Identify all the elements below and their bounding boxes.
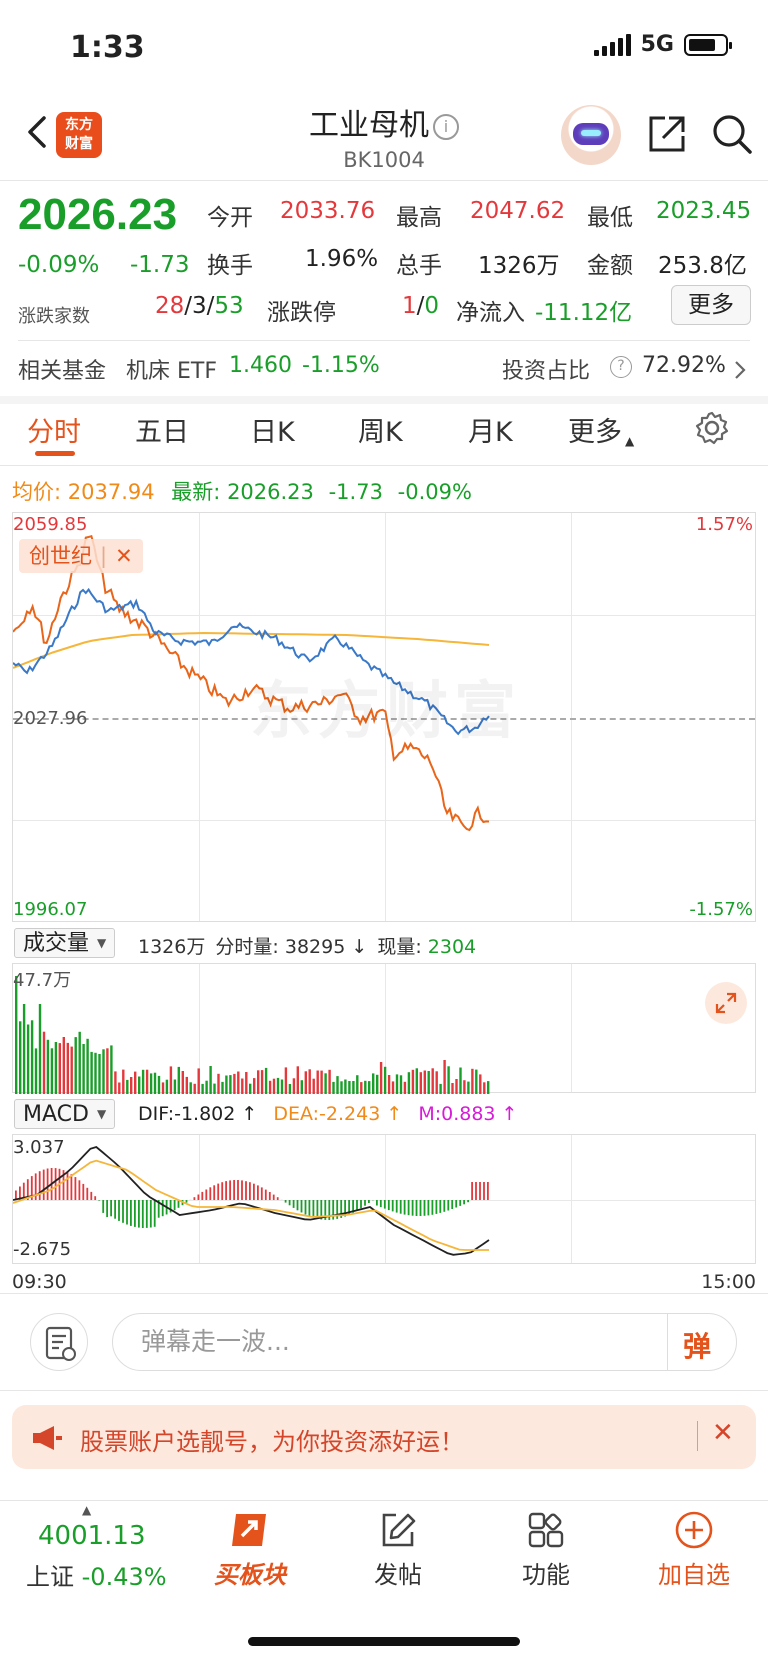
breadth-label: 涨跌家数 <box>18 306 90 327</box>
volume-label: 总手 <box>396 253 442 279</box>
pct-max-label: 1.57% <box>695 514 753 535</box>
time-start-label: 09:30 <box>12 1271 67 1293</box>
assistant-avatar[interactable] <box>561 105 621 165</box>
edit-post-icon[interactable] <box>378 1510 418 1550</box>
volume-max-label: 47.7万 <box>13 970 72 991</box>
change-pct: -0.09% <box>18 252 100 278</box>
time-end-label: 15:00 <box>701 1271 756 1293</box>
search-icon[interactable] <box>710 112 754 156</box>
network-label: 5G <box>640 32 674 57</box>
fund-price: 1.460 <box>229 353 292 378</box>
related-fund-row[interactable]: 相关基金 机床 ETF 1.460 -1.15% 投资占比 ? 72.92% <box>18 353 753 389</box>
signal-icon <box>593 33 631 56</box>
tab-more[interactable]: 更多 ▲ <box>568 410 634 449</box>
volume-info: 1326万 分时量: 38295 ↓ 现量: 2304 <box>138 936 477 958</box>
tab-weekly-k[interactable]: 周K <box>358 410 403 449</box>
megaphone-icon <box>33 1426 62 1450</box>
amount-label: 金额 <box>587 253 633 279</box>
status-time: 1:33 <box>70 30 145 65</box>
limit-label: 涨跌停 <box>267 300 336 326</box>
info-icon[interactable]: i <box>433 114 459 140</box>
battery-icon <box>684 33 732 56</box>
tab-daily-k[interactable]: 日K <box>250 410 295 449</box>
index-expand-icon[interactable]: ▲ <box>82 1503 91 1517</box>
turnover-value: 1.96% <box>305 246 379 272</box>
danmaku-input[interactable]: 弹幕走一波... <box>112 1313 737 1371</box>
chevron-right-icon <box>735 361 746 379</box>
comment-list-icon[interactable] <box>30 1313 88 1371</box>
y-mid-label: 2027.96 <box>13 708 88 729</box>
nav-add-watchlist[interactable]: 加自选 <box>639 1555 749 1590</box>
volume-bars <box>15 976 490 1094</box>
status-icons: 5G <box>593 32 732 57</box>
inflow-value: -11.12亿 <box>535 300 633 326</box>
y-max-label: 2059.85 <box>13 514 88 535</box>
turnover-label: 换手 <box>207 253 253 279</box>
high-label: 最高 <box>396 205 442 231</box>
tab-monthly-k[interactable]: 月K <box>468 410 513 449</box>
watermark: 东方财富 <box>250 674 523 747</box>
nav-buy-sector[interactable]: 买板块 <box>195 1555 305 1590</box>
macd-chart[interactable]: 3.037 -2.675 <box>12 1134 756 1264</box>
index-value[interactable]: 4001.13 <box>38 1521 146 1551</box>
nav-functions[interactable]: 功能 <box>491 1555 601 1590</box>
intraday-info: 均价: 2037.94 最新: 2026.23 -1.73 -0.09% <box>12 480 472 504</box>
home-indicator <box>248 1637 520 1646</box>
functions-icon[interactable] <box>526 1510 566 1550</box>
nav-post[interactable]: 发帖 <box>343 1555 453 1590</box>
open-value: 2033.76 <box>280 198 376 224</box>
add-watchlist-icon[interactable] <box>674 1510 714 1550</box>
close-compare-icon[interactable]: ✕ <box>115 544 133 568</box>
breadth-values: 28/3/53 <box>155 293 244 319</box>
fund-pct: -1.15% <box>302 353 380 378</box>
compare-tag[interactable]: 创世纪 | ✕ <box>19 539 143 573</box>
macd-info: DIF:-1.802 ↑ DEA:-2.243 ↑ M:0.883 ↑ <box>138 1103 518 1125</box>
pct-min-label: -1.57% <box>689 899 753 920</box>
banner-close-icon[interactable]: ✕ <box>712 1418 734 1448</box>
tab-intraday[interactable]: 分时 <box>27 410 81 449</box>
last-price: 2026.23 <box>18 190 178 239</box>
open-label: 今开 <box>207 205 253 231</box>
expand-icon[interactable] <box>705 982 747 1024</box>
settings-icon[interactable] <box>694 410 730 446</box>
fund-ratio: 72.92% <box>642 353 726 378</box>
macd-max-label: 3.037 <box>13 1137 65 1158</box>
volume-value: 1326万 <box>478 253 560 279</box>
more-button[interactable]: 更多 <box>671 285 751 325</box>
y-min-label: 1996.07 <box>13 899 88 920</box>
macd-min-label: -2.675 <box>13 1239 72 1260</box>
tab-five-day[interactable]: 五日 <box>135 410 189 449</box>
low-value: 2023.45 <box>656 198 752 224</box>
volume-indicator-select[interactable]: 成交量 ▼ <box>14 928 116 958</box>
amount-value: 253.8亿 <box>658 253 747 279</box>
inflow-label: 净流入 <box>456 300 525 326</box>
index-row[interactable]: 上证 -0.43% <box>26 1557 167 1592</box>
danmaku-toggle[interactable]: 弹 <box>683 1325 711 1365</box>
change-value: -1.73 <box>130 252 190 278</box>
macd-indicator-select[interactable]: MACD ▼ <box>14 1099 116 1129</box>
active-tab-indicator <box>35 451 75 456</box>
volume-chart[interactable]: 47.7万 <box>12 963 756 1094</box>
low-label: 最低 <box>587 205 633 231</box>
macd-plot <box>13 1145 490 1256</box>
buy-sector-icon[interactable] <box>226 1510 274 1554</box>
help-icon[interactable]: ? <box>610 356 632 378</box>
fund-name: 机床 ETF <box>126 359 217 384</box>
banner-text: 股票账户选靓号，为你投资添好运！ <box>80 1428 464 1456</box>
limit-values: 1/0 <box>402 293 440 319</box>
high-value: 2047.62 <box>470 198 566 224</box>
share-icon[interactable] <box>645 112 689 156</box>
